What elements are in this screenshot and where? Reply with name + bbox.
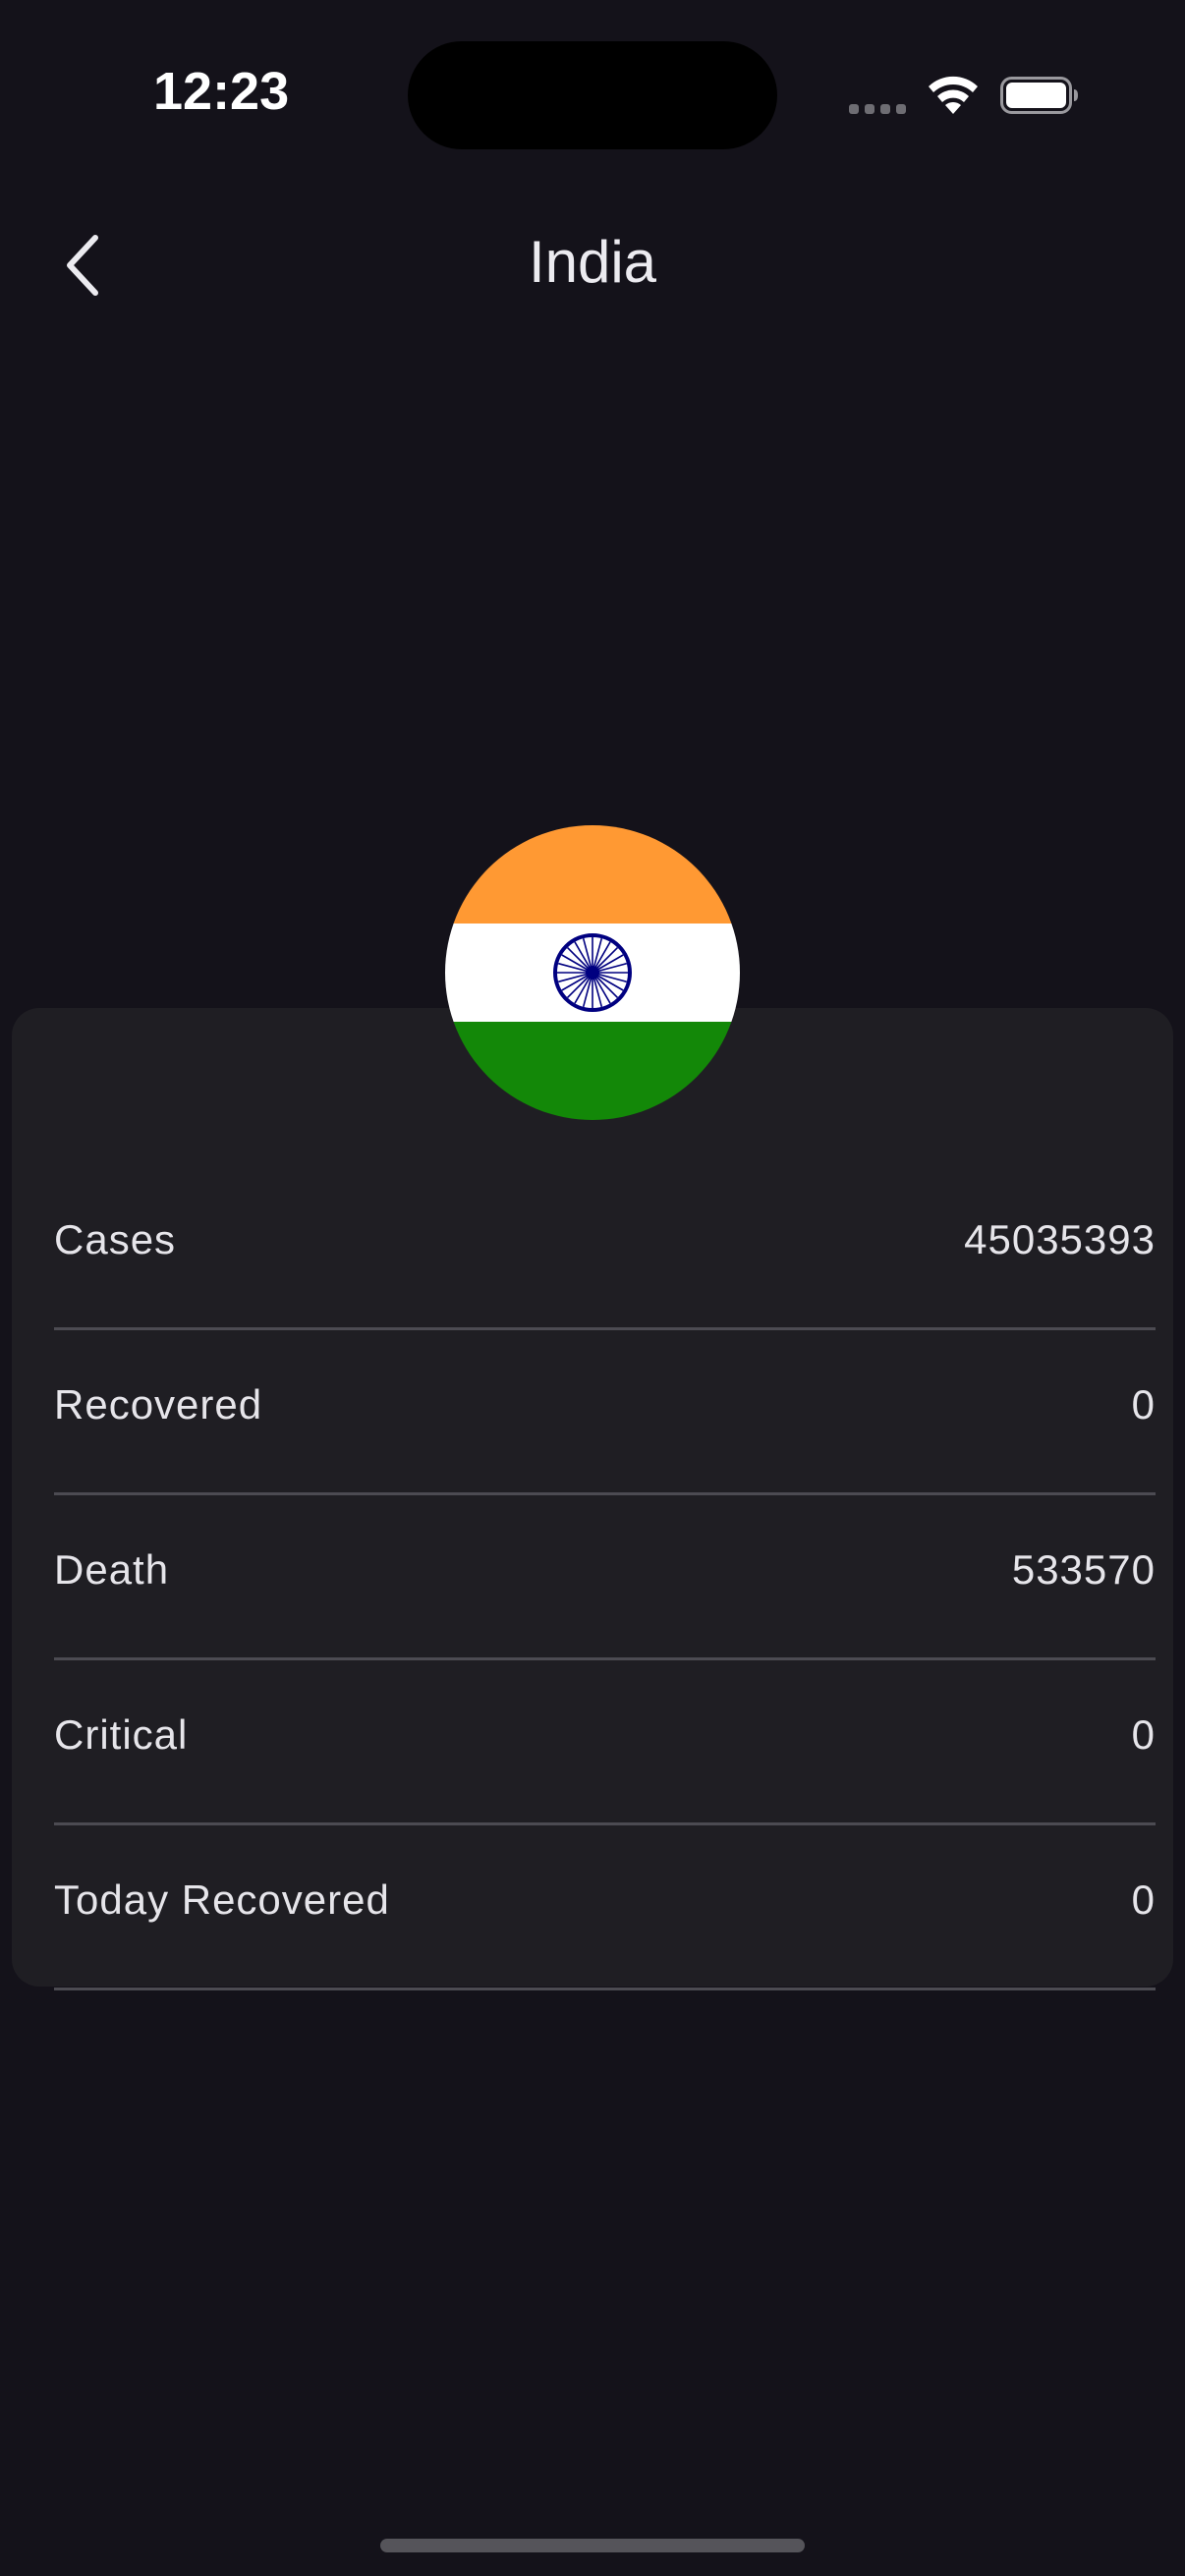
dynamic-island (408, 41, 777, 149)
ashoka-chakra-icon (553, 933, 632, 1012)
stat-label: Death (54, 1546, 170, 1593)
stat-value: 0 (1131, 1381, 1156, 1428)
stat-value: 45035393 (964, 1216, 1156, 1262)
stat-label: Recovered (54, 1381, 263, 1428)
stats-card: Cases 45035393 Recovered 0 Death 533570 … (12, 1008, 1173, 1990)
stat-row-today-recovered: Today Recovered 0 (54, 1825, 1156, 1990)
wifi-icon (929, 76, 978, 114)
page-title: India (528, 229, 657, 295)
stat-row-critical: Critical 0 (54, 1660, 1156, 1825)
stat-row-cases: Cases 45035393 (54, 1165, 1156, 1330)
battery-icon (1000, 77, 1078, 114)
signal-dots-icon (849, 104, 906, 114)
india-flag-icon (445, 825, 740, 1120)
stat-label: Today Recovered (54, 1876, 390, 1923)
stat-label: Critical (54, 1711, 189, 1758)
navigation-bar: India (0, 196, 1185, 334)
stat-row-recovered: Recovered 0 (54, 1330, 1156, 1495)
status-time: 12:23 (153, 62, 290, 121)
stat-row-death: Death 533570 (54, 1495, 1156, 1660)
home-indicator (380, 2539, 805, 2552)
stat-value: 0 (1131, 1876, 1156, 1923)
stat-value: 0 (1131, 1711, 1156, 1758)
stat-value: 533570 (1011, 1546, 1156, 1593)
stat-label: Cases (54, 1216, 177, 1262)
status-bar: 12:23 (0, 0, 1185, 196)
